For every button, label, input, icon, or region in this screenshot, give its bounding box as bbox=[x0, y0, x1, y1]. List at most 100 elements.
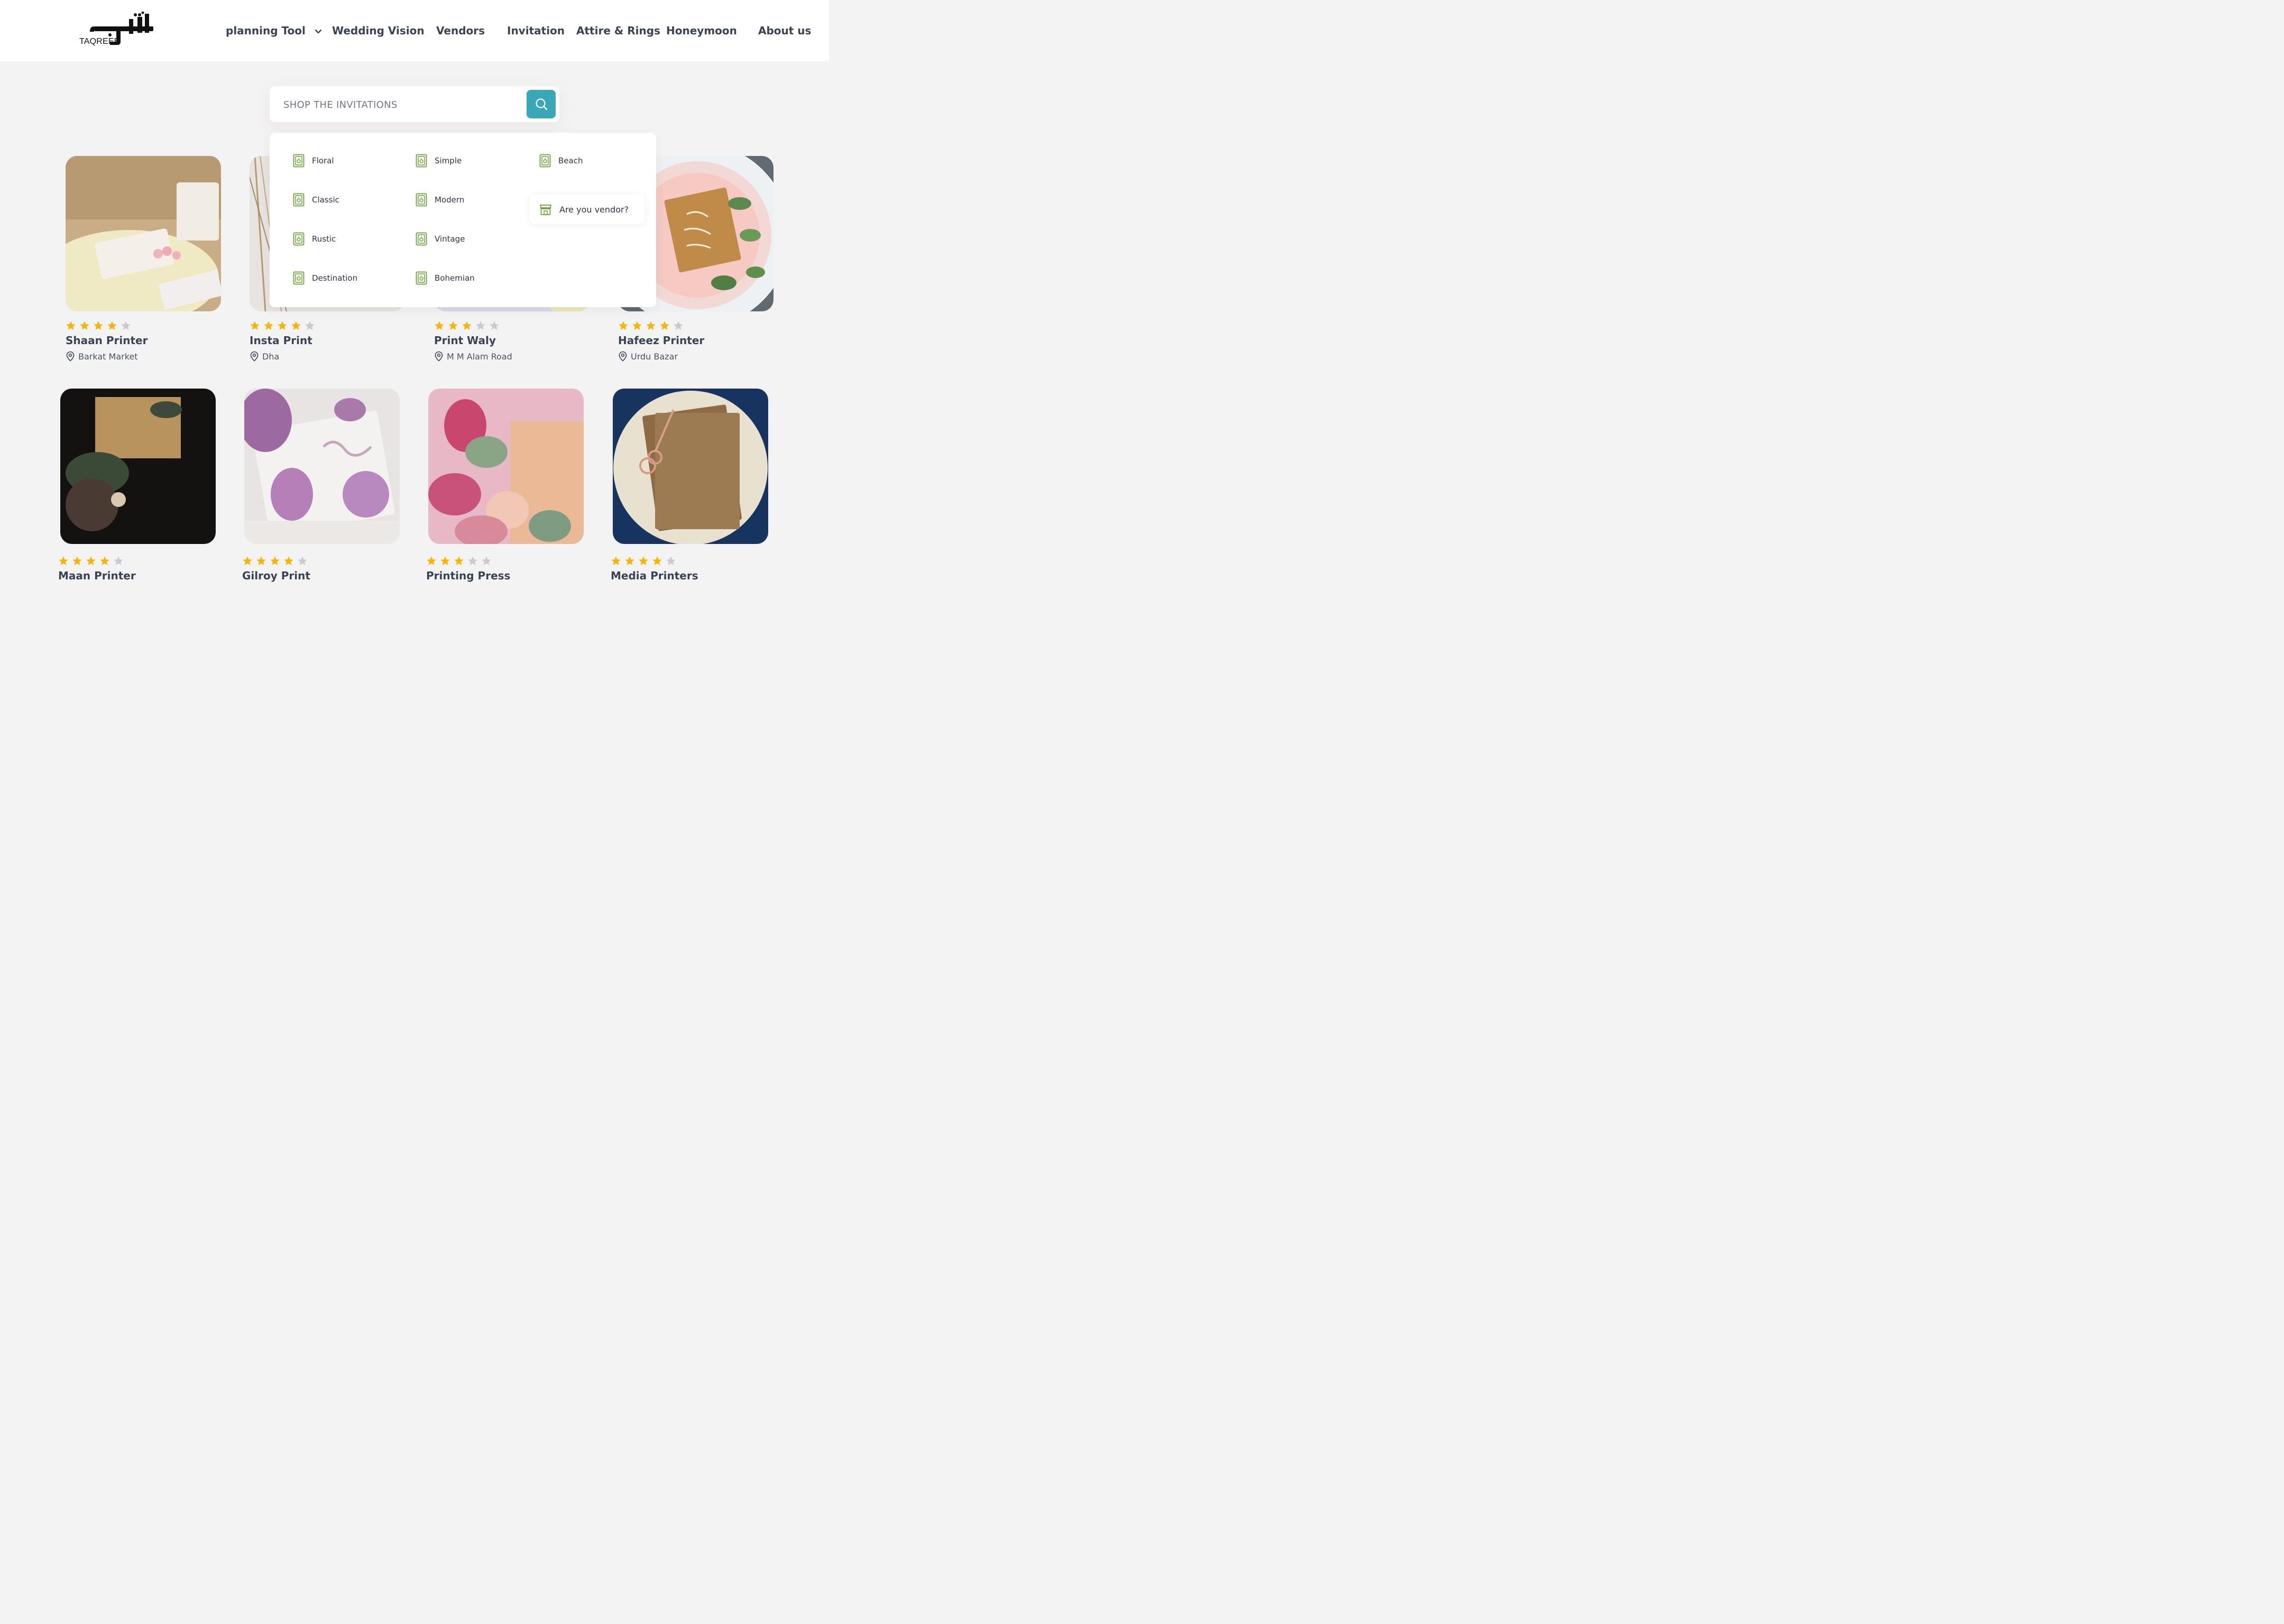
star-empty-icon bbox=[482, 556, 491, 565]
star-filled-icon bbox=[625, 556, 634, 565]
are-you-vendor-button[interactable]: Are you vendor? bbox=[530, 195, 644, 224]
vendor-location-text: M M Alam Road bbox=[447, 351, 512, 362]
rating-stars bbox=[66, 320, 131, 331]
category-beach[interactable]: Beach bbox=[539, 154, 583, 168]
star-filled-icon bbox=[100, 556, 109, 565]
star-filled-icon bbox=[59, 556, 68, 565]
star-filled-icon bbox=[270, 556, 280, 565]
vendor-card[interactable] bbox=[66, 156, 221, 311]
category-label: Bohemian bbox=[435, 273, 475, 283]
star-filled-icon bbox=[250, 321, 260, 330]
star-filled-icon bbox=[243, 556, 252, 565]
category-label: Simple bbox=[435, 156, 462, 165]
vendor-card[interactable] bbox=[60, 389, 216, 544]
vendor-location: Urdu Bazar bbox=[618, 351, 678, 362]
vendor-location-text: Urdu Bazar bbox=[631, 351, 678, 362]
nav-wedding-vision[interactable]: Wedding Vision bbox=[332, 23, 425, 38]
star-filled-icon bbox=[284, 556, 293, 565]
vendor-card-image[interactable] bbox=[60, 389, 216, 544]
ring-box-icon bbox=[293, 232, 305, 246]
star-empty-icon bbox=[666, 556, 676, 565]
ring-box-icon bbox=[293, 154, 305, 168]
location-pin-icon bbox=[250, 351, 259, 362]
star-empty-icon bbox=[298, 556, 307, 565]
vendor-name[interactable]: Insta Print bbox=[250, 334, 312, 347]
category-floral[interactable]: Floral bbox=[293, 154, 334, 168]
search-icon bbox=[535, 98, 547, 110]
star-filled-icon bbox=[652, 556, 662, 565]
star-filled-icon bbox=[107, 321, 117, 330]
star-filled-icon bbox=[448, 321, 458, 330]
category-vintage[interactable]: Vintage bbox=[416, 232, 465, 246]
star-filled-icon bbox=[278, 321, 287, 330]
vendor-card-image[interactable] bbox=[613, 389, 768, 544]
vendor-location: Dha bbox=[250, 351, 279, 362]
category-bohemian[interactable]: Bohemian bbox=[416, 271, 475, 285]
vendor-name[interactable]: Hafeez Printer bbox=[618, 334, 704, 347]
nav-invitation[interactable]: Invitation bbox=[507, 23, 565, 38]
rating-stars bbox=[250, 320, 315, 331]
vendor-name[interactable]: Media Printers bbox=[611, 569, 698, 582]
vendor-card[interactable] bbox=[244, 389, 400, 544]
vendor-card[interactable] bbox=[613, 389, 768, 544]
star-filled-icon bbox=[435, 321, 444, 330]
vendor-card-image[interactable] bbox=[244, 389, 400, 544]
vendor-card[interactable] bbox=[428, 389, 584, 544]
category-classic[interactable]: Classic bbox=[293, 193, 339, 207]
search-input[interactable] bbox=[282, 86, 522, 123]
vendor-name[interactable]: Maan Printer bbox=[58, 569, 136, 582]
category-label: Floral bbox=[312, 156, 334, 165]
nav-vendors[interactable]: Vendors bbox=[436, 23, 485, 38]
category-destination[interactable]: Destination bbox=[293, 271, 357, 285]
top-header: TAQREEB planning Tool Wedding Vision Ven… bbox=[0, 0, 829, 61]
star-filled-icon bbox=[80, 321, 89, 330]
star-empty-icon bbox=[305, 321, 315, 330]
star-filled-icon bbox=[291, 321, 301, 330]
vendor-location-text: Dha bbox=[262, 351, 280, 362]
star-filled-icon bbox=[256, 556, 266, 565]
nav-honeymoon[interactable]: Honeymoon bbox=[666, 23, 737, 38]
vendor-card-image[interactable] bbox=[428, 389, 584, 544]
brand-logo[interactable]: TAQREEB bbox=[78, 11, 158, 50]
ring-box-icon bbox=[539, 154, 551, 168]
star-empty-icon bbox=[121, 321, 131, 330]
vendor-location: Barkat Market bbox=[66, 351, 138, 362]
star-filled-icon bbox=[454, 556, 464, 565]
nav-planning-tool[interactable]: planning Tool bbox=[226, 23, 322, 38]
star-filled-icon bbox=[611, 556, 621, 565]
star-empty-icon bbox=[490, 321, 499, 330]
category-label: Vintage bbox=[435, 234, 465, 244]
star-filled-icon bbox=[440, 556, 450, 565]
category-label: Classic bbox=[312, 195, 339, 205]
vendor-name[interactable]: Gilroy Print bbox=[242, 569, 310, 582]
rating-stars bbox=[611, 556, 676, 566]
star-filled-icon bbox=[94, 321, 103, 330]
nav-attire-rings[interactable]: Attire & Rings bbox=[576, 23, 660, 38]
invitation-category-dropdown: Floral Simple Beach Classic Modern Rusti… bbox=[270, 133, 656, 307]
nav-planning-tool-label: planning Tool bbox=[226, 24, 306, 37]
star-filled-icon bbox=[639, 556, 648, 565]
search-button[interactable] bbox=[527, 90, 556, 118]
star-filled-icon bbox=[72, 556, 82, 565]
category-modern[interactable]: Modern bbox=[416, 193, 464, 207]
star-filled-icon bbox=[660, 321, 669, 330]
category-label: Modern bbox=[435, 195, 465, 205]
vendor-name[interactable]: Shaan Printer bbox=[66, 334, 148, 347]
rating-stars bbox=[426, 556, 492, 566]
vendor-name[interactable]: Printing Press bbox=[426, 569, 510, 582]
category-rustic[interactable]: Rustic bbox=[293, 232, 336, 246]
location-pin-icon bbox=[435, 351, 443, 362]
star-empty-icon bbox=[476, 321, 485, 330]
ring-box-icon bbox=[293, 271, 305, 285]
vendor-name[interactable]: Print Waly bbox=[434, 334, 496, 347]
rating-stars bbox=[58, 556, 124, 566]
nav-about-us[interactable]: About us bbox=[758, 23, 811, 38]
star-filled-icon bbox=[632, 321, 642, 330]
rating-stars bbox=[434, 320, 500, 331]
ring-box-icon bbox=[416, 154, 427, 168]
category-simple[interactable]: Simple bbox=[416, 154, 462, 168]
vendor-card-image[interactable] bbox=[66, 156, 221, 311]
store-icon bbox=[539, 205, 552, 215]
star-filled-icon bbox=[264, 321, 273, 330]
chevron-down-icon bbox=[315, 29, 322, 34]
